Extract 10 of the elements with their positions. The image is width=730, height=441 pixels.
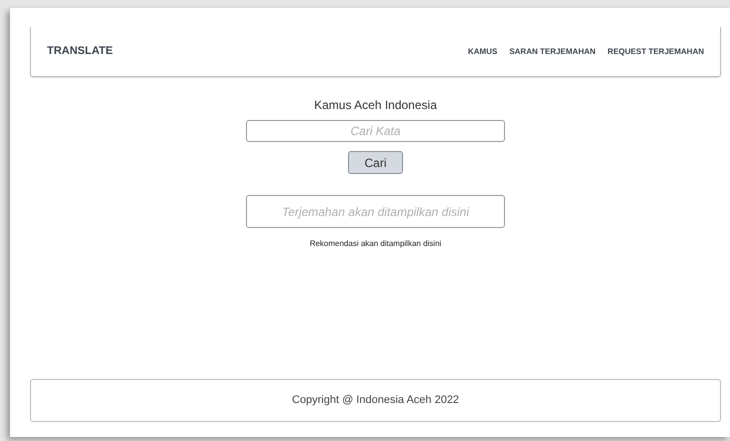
nav-link[interactable]: REQUEST TERJEMAHAN — [608, 46, 704, 58]
translation-field[interactable]: Terjemahan akan ditampilkan disini — [246, 195, 505, 228]
page-title: Kamus Aceh Indonesia — [314, 97, 437, 114]
brand-title: TRANSLATE — [47, 44, 113, 60]
nav-link[interactable]: SARAN TERJEMAHAN — [509, 46, 596, 58]
copyright-text: Copyright @ Indonesia Aceh 2022 — [292, 393, 460, 408]
nav-link[interactable]: KAMUS — [468, 46, 498, 58]
search-field[interactable]: Cari Kata — [246, 120, 505, 142]
search-button[interactable]: Cari — [348, 151, 403, 174]
recommendation-text: Rekomendasi akan ditampilkan disini — [310, 238, 442, 250]
